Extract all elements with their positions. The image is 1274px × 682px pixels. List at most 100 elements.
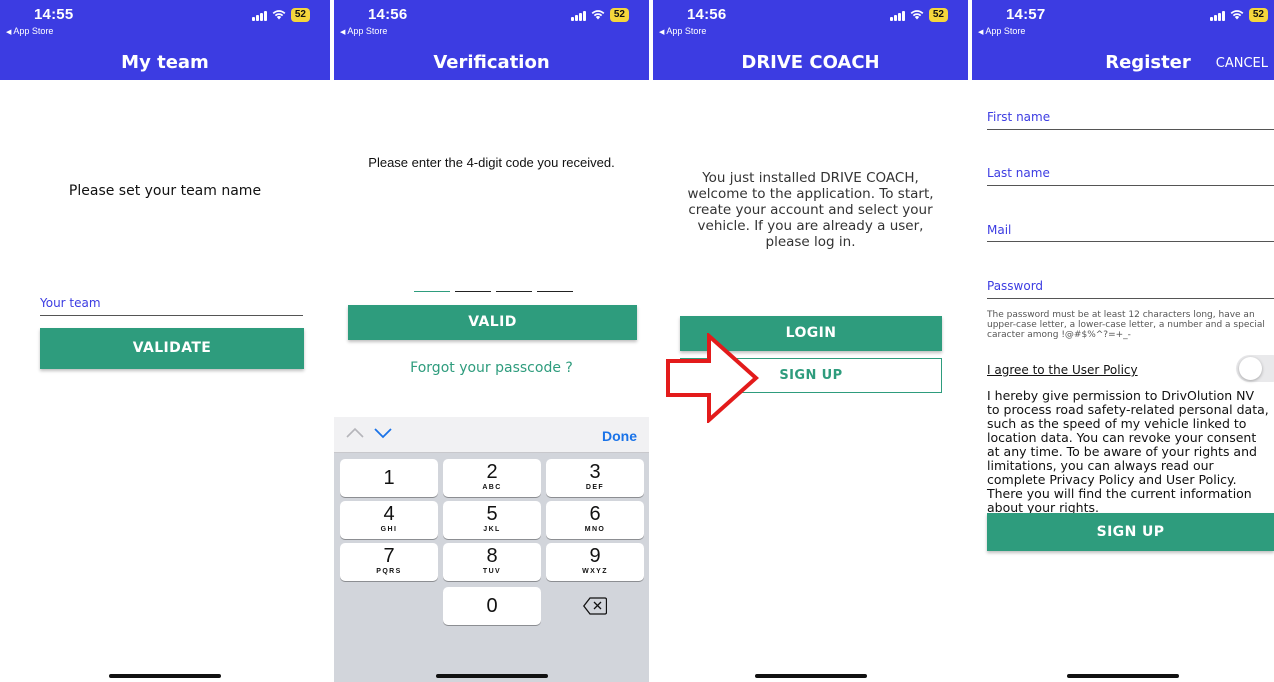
wifi-icon [1230,9,1244,21]
key-0[interactable]: 0 [443,587,541,625]
home-indicator [435,674,548,678]
consent-text: I hereby give permission to DrivOlution … [987,388,1269,515]
back-triangle-icon: ◀ [6,29,12,36]
code-digit-slot[interactable] [455,291,491,292]
status-icons: 52 [251,8,310,22]
signal-icon [251,10,267,21]
team-prompt: Please set your team name [68,183,262,199]
key-letters: MNO [584,526,606,533]
first-name-field[interactable]: First name [987,110,1050,124]
key-1[interactable]: 1 [340,459,438,497]
key-digit: 4 [383,503,395,525]
key-digit: 0 [486,595,498,617]
status-time: 14:56 [687,6,727,23]
key-letters: DEF [585,484,605,491]
input-underline [987,241,1274,242]
wifi-icon [910,9,924,21]
key-letters: JKL [483,526,501,533]
signal-icon [889,10,905,21]
input-underline [40,315,303,316]
key-letters: TUV [482,568,502,575]
status-time: 14:55 [34,6,74,23]
key-digit: 5 [486,503,498,525]
key-digit: 8 [486,545,498,567]
nav-header: 14:56 ◀ App Store 52 Verification [334,0,649,80]
toggle-knob [1239,357,1262,380]
back-label: App Store [985,26,1026,36]
key-6[interactable]: 6 MNO [546,501,644,539]
input-underline [987,298,1274,299]
page-title: Verification [433,52,550,73]
valid-button[interactable]: VALID [348,305,637,340]
back-triangle-icon: ◀ [659,29,665,36]
key-digit: 3 [589,461,601,483]
code-digit-slot[interactable] [414,291,450,292]
password-hint: The password must be at least 12 charact… [987,310,1265,340]
nav-header: 14:56 ◀ App Store 52 DRIVE COACH [653,0,968,80]
backspace-icon [582,597,608,615]
user-policy-link[interactable]: I agree to the User Policy [987,363,1138,377]
code-prompt: Please enter the 4-digit code you receiv… [368,155,615,170]
numeric-keyboard: Done 1 2 ABC 3 DEF 4 GHI 5 JKL 6 MNO 7 PQRS 8T… [334,417,649,682]
battery-icon: 52 [928,8,948,22]
done-button[interactable]: Done [602,428,637,444]
backspace-key[interactable] [546,587,644,625]
chevron-up-icon[interactable] [346,427,364,439]
key-4[interactable]: 4 GHI [340,501,438,539]
key-digit: 1 [383,467,395,489]
screen-my-team: 14:55 ◀ App Store 52 My team Please set y… [0,0,330,682]
back-to-app-store[interactable]: ◀ App Store [340,26,387,36]
validate-button[interactable]: VALIDATE [40,328,304,369]
wifi-icon [591,9,605,21]
key-digit: 9 [589,545,601,567]
agree-toggle[interactable] [1236,355,1274,382]
screen-verification: 14:56 ◀ App Store 52 Verification Please … [334,0,649,682]
battery-icon: 52 [290,8,310,22]
chevron-down-icon[interactable] [374,427,392,439]
key-letters: GHI [380,526,398,533]
home-indicator [754,674,867,678]
screen-drive-coach-welcome: 14:56 ◀ App Store 52 DRIVE COACH You just… [653,0,968,682]
back-to-app-store[interactable]: ◀ App Store [659,26,706,36]
last-name-field[interactable]: Last name [987,166,1050,180]
back-to-app-store[interactable]: ◀ App Store [978,26,1025,36]
battery-icon: 52 [609,8,629,22]
cancel-button[interactable]: CANCEL [1216,56,1268,71]
back-triangle-icon: ◀ [340,29,346,36]
forgot-passcode-link[interactable]: Forgot your passcode ? [334,360,649,376]
key-2[interactable]: 2 ABC [443,459,541,497]
back-to-app-store[interactable]: ◀ App Store [6,26,53,36]
welcome-text: You just installed DRIVE COACH, welcome … [687,170,934,250]
code-input[interactable] [414,291,573,292]
key-5[interactable]: 5 JKL [443,501,541,539]
status-icons: 52 [570,8,629,22]
code-digit-slot[interactable] [537,291,573,292]
back-triangle-icon: ◀ [978,29,984,36]
key-3[interactable]: 3 DEF [546,459,644,497]
key-7[interactable]: 7 PQRS [340,543,438,581]
screen-register: 14:57 ◀ App Store 52 Register CANCEL Firs… [972,0,1274,682]
page-title: DRIVE COACH [741,52,880,73]
wifi-icon [272,9,286,21]
signup-button[interactable]: SIGN UP [987,513,1274,551]
battery-icon: 52 [1248,8,1268,22]
red-arrow-annotation [666,333,759,423]
password-field[interactable]: Password [987,279,1043,293]
team-name-input[interactable]: Your team [40,296,101,310]
back-label: App Store [13,26,54,36]
status-time: 14:56 [368,6,408,23]
status-icons: 52 [889,8,948,22]
key-8[interactable]: 8 TUV [443,543,541,581]
key-letters: WXYZ [582,568,608,575]
back-label: App Store [347,26,388,36]
signal-icon [1209,10,1225,21]
key-digit: 6 [589,503,601,525]
keyboard-toolbar: Done [334,417,649,453]
key-digit: 7 [383,545,395,567]
mail-field[interactable]: Mail [987,223,1011,237]
key-digit: 2 [486,461,498,483]
code-digit-slot[interactable] [496,291,532,292]
key-9[interactable]: 9 WXYZ [546,543,644,581]
input-underline [987,129,1274,130]
key-letters: PQRS [376,568,402,575]
